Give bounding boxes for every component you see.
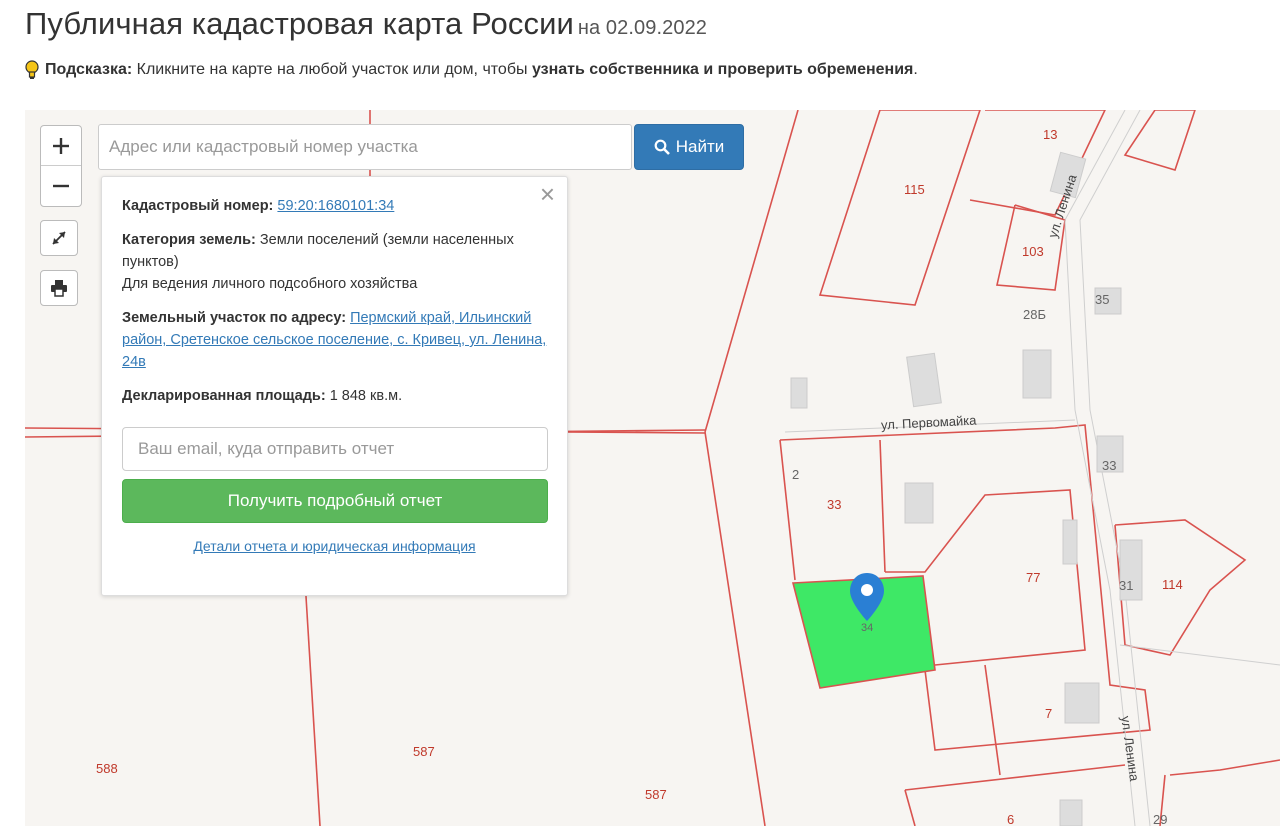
label-587-a: 587	[413, 744, 435, 759]
title-date: на 02.09.2022	[577, 17, 708, 39]
parcel-boundary	[904, 764, 1126, 791]
hint-label: Подсказка:	[45, 61, 133, 78]
cadastral-map[interactable]: 115 13 103 35 28Б 33 33 2 77 31 114 34 7…	[25, 110, 1280, 826]
minus-icon	[53, 184, 69, 188]
parcel-boundary	[879, 439, 886, 573]
label-115: 115	[904, 182, 925, 197]
area-value: 1 848 кв.м.	[325, 388, 403, 404]
cadastral-number-row: Кадастровый номер: 59:20:1680101:34	[122, 195, 547, 217]
zoom-control	[40, 125, 82, 207]
building	[906, 352, 942, 408]
details-link-row: Детали отчета и юридическая информация	[122, 535, 547, 557]
address-row: Земельный участок по адресу: Пермский кр…	[122, 307, 547, 373]
building	[1062, 519, 1078, 565]
plus-icon	[53, 137, 69, 154]
label-33-gray: 33	[1102, 458, 1117, 473]
parcel-115[interactable]	[818, 110, 981, 306]
label-34: 34	[861, 622, 874, 634]
label-7: 7	[1045, 706, 1053, 721]
search-input[interactable]	[98, 124, 632, 170]
cadastral-number-link[interactable]: 59:20:1680101:34	[277, 198, 394, 214]
label-6: 6	[1007, 812, 1015, 826]
hint-end: .	[913, 61, 918, 78]
building	[1064, 682, 1100, 724]
label-2: 2	[792, 467, 800, 482]
parcel-boundary	[304, 579, 321, 826]
hint-bold: узнать собственника и проверить обремене…	[531, 61, 914, 78]
title-text: Публичная кадастровая карта России	[25, 6, 574, 41]
cadastral-label: Кадастровый номер:	[122, 198, 274, 214]
parcel-boundary	[779, 439, 796, 581]
label-77: 77	[1026, 570, 1041, 585]
category-label: Категория земель:	[122, 232, 256, 248]
page-title: Публичная кадастровая карта России на 02.…	[25, 6, 1255, 42]
search-button-label: Найти	[675, 137, 725, 156]
printer-icon	[51, 280, 67, 297]
print-button[interactable]	[40, 270, 78, 306]
parcel-boundary	[984, 664, 1001, 776]
parcel-boundary	[1169, 759, 1280, 776]
category-row: Категория земель: Земли поселений (земли…	[122, 229, 547, 295]
label-103: 103	[1022, 244, 1044, 259]
parcel-info-popup: × Кадастровый номер: 59:20:1680101:34 Ка…	[101, 176, 568, 596]
label-587-b: 587	[645, 787, 667, 802]
parcel-boundary	[904, 789, 916, 826]
hint-line: Подсказка: Кликните на карте на любой уч…	[25, 60, 918, 80]
label-33: 33	[827, 497, 842, 512]
search-icon	[654, 139, 670, 155]
page-header: Публичная кадастровая карта России на 02.…	[25, 6, 1255, 42]
get-report-button[interactable]: Получить подробный отчет	[122, 479, 548, 523]
expand-icon	[52, 231, 66, 245]
fullscreen-button[interactable]	[40, 220, 78, 256]
email-input[interactable]	[122, 427, 548, 471]
building	[1059, 799, 1083, 826]
address-label: Земельный участок по адресу:	[122, 310, 347, 326]
search-button[interactable]: Найти	[634, 124, 744, 170]
label-28b: 28Б	[1023, 307, 1046, 322]
zoom-in-button[interactable]	[41, 126, 81, 166]
building	[790, 377, 808, 409]
report-details-link[interactable]: Детали отчета и юридическая информация	[193, 538, 475, 554]
close-icon[interactable]: ×	[540, 181, 555, 207]
label-29: 29	[1153, 812, 1168, 826]
zoom-out-button[interactable]	[41, 166, 81, 206]
area-row: Декларированная площадь: 1 848 кв.м.	[122, 385, 547, 407]
building	[904, 482, 934, 524]
area-label: Декларированная площадь:	[122, 388, 326, 404]
label-35: 35	[1095, 292, 1110, 307]
hint-text: Кликните на карте на любой участок или д…	[132, 61, 532, 78]
lightbulb-icon	[25, 60, 39, 79]
usage-value: Для ведения личного подсобного хозяйства	[122, 276, 418, 292]
road-side	[1119, 644, 1280, 666]
parcel-boundary	[704, 431, 766, 826]
label-31: 31	[1119, 578, 1134, 593]
building	[1022, 349, 1052, 399]
label-114: 114	[1162, 577, 1183, 592]
label-588: 588	[96, 761, 118, 776]
label-13: 13	[1043, 127, 1058, 142]
